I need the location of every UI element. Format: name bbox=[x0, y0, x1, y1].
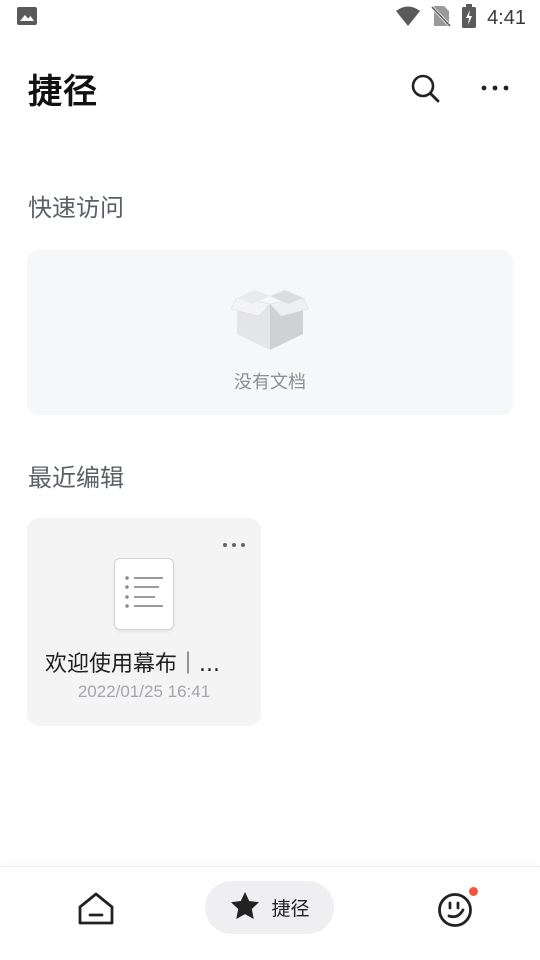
status-bar: 4:41 bbox=[0, 0, 540, 36]
page-title: 捷径 bbox=[28, 71, 98, 112]
no-sim-icon bbox=[430, 5, 452, 31]
wifi-icon bbox=[395, 5, 421, 31]
header: 捷径 bbox=[0, 56, 540, 120]
screen: 4:41 捷径 快速访问 没有文档 最近编辑 欢迎使用幕布｜... 2022/0… bbox=[0, 0, 540, 960]
empty-box-icon bbox=[230, 290, 310, 356]
doc-date: 2022/01/25 16:41 bbox=[77, 682, 211, 701]
search-icon[interactable] bbox=[408, 71, 442, 105]
battery-charging-icon bbox=[461, 4, 477, 32]
recent-doc-card[interactable]: 欢迎使用幕布｜... 2022/01/25 16:41 bbox=[27, 518, 261, 726]
empty-text: 没有文档 bbox=[234, 372, 306, 393]
quick-access-empty-card: 没有文档 bbox=[27, 250, 513, 415]
more-icon[interactable] bbox=[478, 71, 512, 105]
smiley-face-icon[interactable] bbox=[436, 887, 478, 929]
outline-document-icon bbox=[114, 558, 174, 630]
home-icon[interactable] bbox=[76, 889, 116, 929]
star-icon bbox=[229, 890, 261, 926]
tab-shortcut[interactable]: 捷径 bbox=[205, 881, 334, 934]
notification-badge bbox=[469, 887, 478, 896]
tab-shortcut-label: 捷径 bbox=[271, 898, 310, 920]
recent-title: 最近编辑 bbox=[28, 464, 124, 492]
status-time: 4:41 bbox=[487, 6, 526, 29]
doc-more-icon[interactable] bbox=[219, 534, 249, 556]
doc-title: 欢迎使用幕布｜... bbox=[45, 652, 220, 677]
bottom-nav: 捷径 bbox=[0, 866, 540, 960]
quick-access-title: 快速访问 bbox=[28, 194, 124, 222]
image-icon bbox=[16, 6, 38, 30]
